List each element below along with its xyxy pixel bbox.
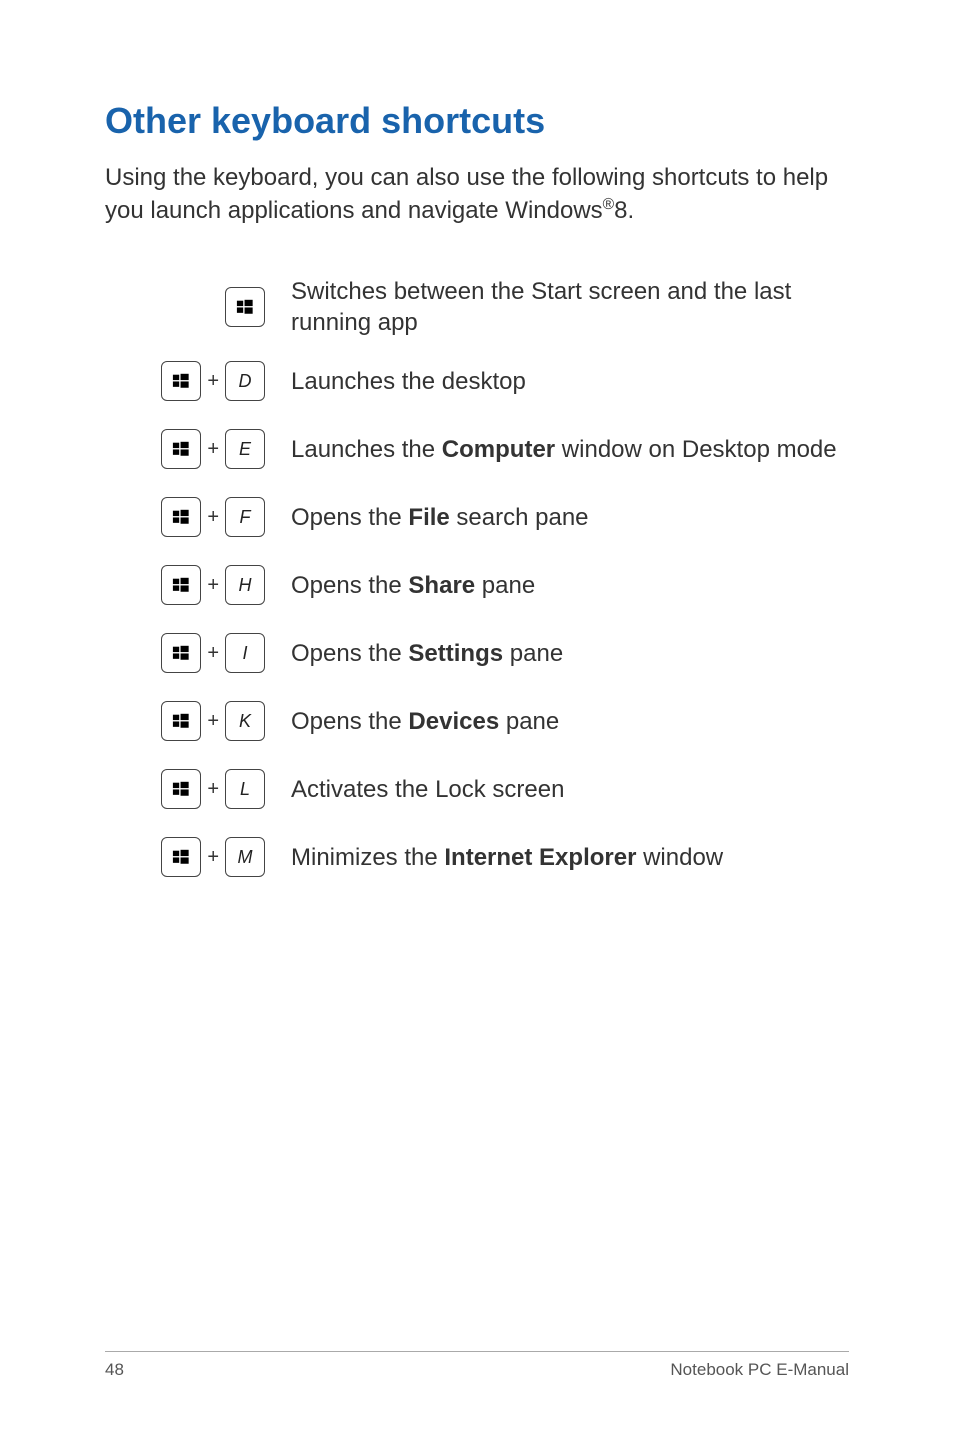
windows-icon: [172, 576, 190, 594]
text-part: Activates the Lock screen: [291, 776, 564, 803]
letter-key: E: [225, 429, 265, 469]
key-combination: +K: [105, 701, 265, 741]
shortcut-row: +ELaunches the Computer window on Deskto…: [105, 424, 849, 474]
shortcut-row: +LActivates the Lock screen: [105, 764, 849, 814]
letter-key: D: [225, 361, 265, 401]
page-footer: 48 Notebook PC E-Manual: [105, 1351, 849, 1380]
text-part: pane: [503, 640, 563, 667]
plus-sign: +: [207, 506, 219, 529]
text-part: window: [636, 844, 723, 871]
key-combination: +H: [105, 565, 265, 605]
shortcut-description: Opens the Settings pane: [265, 638, 849, 669]
bold-text: Devices: [408, 708, 499, 735]
letter-key: K: [225, 701, 265, 741]
windows-key: [161, 633, 201, 673]
shortcut-row: Switches between the Start screen and th…: [105, 276, 849, 338]
windows-icon: [172, 440, 190, 458]
windows-icon: [172, 644, 190, 662]
key-combination: +D: [105, 361, 265, 401]
windows-key: [161, 361, 201, 401]
shortcut-row: +FOpens the File search pane: [105, 492, 849, 542]
key-combination: [105, 287, 265, 327]
text-part: Launches the desktop: [291, 368, 526, 395]
text-part: Switches between the Start screen and th…: [291, 278, 791, 336]
plus-sign: +: [207, 710, 219, 733]
letter-key: I: [225, 633, 265, 673]
plus-sign: +: [207, 642, 219, 665]
windows-key: [161, 565, 201, 605]
windows-key: [161, 769, 201, 809]
windows-key: [161, 837, 201, 877]
text-part: Opens the: [291, 572, 408, 599]
text-part: Opens the: [291, 640, 408, 667]
plus-sign: +: [207, 778, 219, 801]
shortcut-description: Switches between the Start screen and th…: [265, 276, 849, 338]
text-part: pane: [475, 572, 535, 599]
shortcut-description: Launches the desktop: [265, 366, 849, 397]
shortcut-row: +IOpens the Settings pane: [105, 628, 849, 678]
text-part: Launches the: [291, 436, 442, 463]
shortcut-row: +MMinimizes the Internet Explorer window: [105, 832, 849, 882]
windows-icon: [172, 508, 190, 526]
windows-icon: [236, 298, 254, 316]
shortcut-description: Minimizes the Internet Explorer window: [265, 842, 849, 873]
key-combination: +I: [105, 633, 265, 673]
shortcut-description: Opens the Devices pane: [265, 706, 849, 737]
windows-icon: [172, 712, 190, 730]
shortcut-list: Switches between the Start screen and th…: [105, 276, 849, 882]
intro-text: Using the keyboard, you can also use the…: [105, 162, 849, 228]
key-combination: +F: [105, 497, 265, 537]
page-number: 48: [105, 1360, 124, 1380]
shortcut-description: Launches the Computer window on Desktop …: [265, 434, 849, 465]
page-title: Other keyboard shortcuts: [105, 100, 849, 142]
text-part: search pane: [450, 504, 589, 531]
bold-text: File: [408, 504, 449, 531]
text-part: Opens the: [291, 708, 408, 735]
text-part: pane: [499, 708, 559, 735]
intro-prefix: Using the keyboard, you can also use the…: [105, 164, 828, 224]
shortcut-row: +HOpens the Share pane: [105, 560, 849, 610]
shortcut-row: +DLaunches the desktop: [105, 356, 849, 406]
letter-key: F: [225, 497, 265, 537]
windows-key: [161, 497, 201, 537]
bold-text: Settings: [408, 640, 503, 667]
text-part: Opens the: [291, 504, 408, 531]
windows-icon: [172, 780, 190, 798]
text-part: Minimizes the: [291, 844, 444, 871]
letter-key: M: [225, 837, 265, 877]
footer-label: Notebook PC E-Manual: [670, 1360, 849, 1380]
shortcut-description: Opens the Share pane: [265, 570, 849, 601]
shortcut-row: +KOpens the Devices pane: [105, 696, 849, 746]
plus-sign: +: [207, 574, 219, 597]
text-part: window on Desktop mode: [555, 436, 836, 463]
key-combination: +L: [105, 769, 265, 809]
letter-key: H: [225, 565, 265, 605]
plus-sign: +: [207, 370, 219, 393]
windows-key: [225, 287, 265, 327]
plus-sign: +: [207, 438, 219, 461]
registered-mark: ®: [603, 196, 615, 213]
intro-suffix: 8.: [614, 197, 634, 224]
key-combination: +E: [105, 429, 265, 469]
bold-text: Share: [408, 572, 475, 599]
bold-text: Computer: [442, 436, 555, 463]
letter-key: L: [225, 769, 265, 809]
windows-key: [161, 701, 201, 741]
bold-text: Internet Explorer: [444, 844, 636, 871]
shortcut-description: Activates the Lock screen: [265, 774, 849, 805]
windows-icon: [172, 848, 190, 866]
shortcut-description: Opens the File search pane: [265, 502, 849, 533]
plus-sign: +: [207, 846, 219, 869]
key-combination: +M: [105, 837, 265, 877]
windows-key: [161, 429, 201, 469]
windows-icon: [172, 372, 190, 390]
